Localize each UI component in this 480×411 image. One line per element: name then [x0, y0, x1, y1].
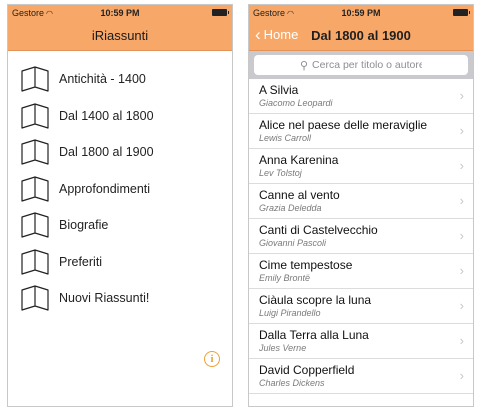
status-bar: Gestore ◠ 10:59 PM: [8, 5, 232, 21]
menu-item-label: Biografie: [59, 218, 109, 233]
menu-item-antichita[interactable]: Antichità - 1400: [8, 61, 232, 98]
book-icon: [21, 176, 49, 202]
book-author: Grazia Deledda: [259, 203, 322, 213]
menu-item-label: Approfondimenti: [59, 181, 151, 196]
list-item[interactable]: David Copperfield Charles Dickens ›: [249, 359, 473, 394]
menu-item-1800-1900[interactable]: Dal 1800 al 1900: [8, 134, 232, 171]
list-item[interactable]: A Silvia Giacomo Leopardi ›: [249, 79, 473, 114]
chevron-right-icon: ›: [459, 333, 464, 348]
menu-item-approfondimenti[interactable]: Approfondimenti: [8, 171, 232, 208]
nav-bar: ‹ Home Dal 1800 al 1900: [249, 21, 473, 51]
book-author: Lev Tolstoj: [259, 168, 302, 178]
book-author: Lewis Carroll: [259, 133, 312, 143]
menu-item-preferiti[interactable]: Preferiti: [8, 244, 232, 281]
book-list-screen: Gestore ◠ 10:59 PM ‹ Home Dal 1800 al 190…: [248, 4, 474, 407]
book-icon: [21, 249, 49, 275]
book-list: A Silvia Giacomo Leopardi › Alice nel pa…: [249, 79, 473, 394]
book-icon: [21, 103, 49, 129]
chevron-right-icon: ›: [459, 298, 464, 313]
battery-icon: [212, 9, 229, 16]
search-input[interactable]: [312, 59, 423, 71]
list-item[interactable]: Canti di Castelvecchio Giovanni Pascoli …: [249, 219, 473, 254]
list-item[interactable]: Dalla Terra alla Luna Jules Verne ›: [249, 324, 473, 359]
info-icon[interactable]: i: [204, 351, 220, 367]
page-title: Dal 1800 al 1900: [311, 28, 411, 43]
chevron-right-icon: ›: [459, 228, 464, 243]
page-title: iRiassunti: [91, 28, 149, 43]
book-author: Charles Dickens: [259, 378, 325, 388]
status-time: 10:59 PM: [100, 8, 140, 18]
battery-icon: [453, 9, 470, 16]
book-author: Giacomo Leopardi: [259, 98, 333, 108]
main-menu-screen: Gestore ◠ 10:59 PM iRiassunti Antichità -…: [7, 4, 233, 407]
list-item[interactable]: Alice nel paese delle meraviglie Lewis C…: [249, 114, 473, 149]
book-author: Luigi Pirandello: [259, 308, 321, 318]
book-author: Emily Brontë: [259, 273, 311, 283]
book-title: Dalla Terra alla Luna: [259, 328, 369, 342]
book-title: Ciàula scopre la luna: [259, 293, 372, 307]
list-item[interactable]: Ciàula scopre la luna Luigi Pirandello ›: [249, 289, 473, 324]
book-title: Canne al vento: [259, 188, 340, 202]
chevron-right-icon: ›: [459, 158, 464, 173]
menu-item-nuovi-riassunti[interactable]: Nuovi Riassunti!: [8, 280, 232, 317]
menu-item-label: Preferiti: [59, 254, 103, 269]
menu-item-label: Nuovi Riassunti!: [59, 291, 150, 306]
list-item[interactable]: Canne al vento Grazia Deledda ›: [249, 184, 473, 219]
book-author: Giovanni Pascoli: [259, 238, 327, 248]
chevron-right-icon: ›: [459, 368, 464, 383]
chevron-left-icon: ‹: [255, 24, 261, 44]
book-title: David Copperfield: [259, 363, 355, 377]
book-icon: [21, 285, 49, 311]
search-icon: ⚲: [299, 59, 309, 72]
status-bar: Gestore ◠ 10:59 PM: [249, 5, 473, 21]
book-icon: [21, 139, 49, 165]
search-field[interactable]: ⚲: [254, 55, 468, 75]
menu-list: Antichità - 1400 Dal 1400 al 1800 Dal 18…: [8, 51, 232, 317]
chevron-right-icon: ›: [459, 193, 464, 208]
book-author: Jules Verne: [259, 343, 307, 353]
book-title: A Silvia: [259, 83, 299, 97]
chevron-right-icon: ›: [459, 123, 464, 138]
menu-item-label: Dal 1800 al 1900: [59, 145, 154, 160]
nav-bar: iRiassunti: [8, 21, 232, 51]
book-icon: [21, 66, 49, 92]
book-title: Alice nel paese delle meraviglie: [259, 118, 428, 132]
list-item[interactable]: Cime tempestose Emily Brontë ›: [249, 254, 473, 289]
menu-item-label: Antichità - 1400: [59, 72, 146, 87]
book-title: Anna Karenina: [259, 153, 339, 167]
status-time: 10:59 PM: [341, 8, 381, 18]
menu-item-1400-1800[interactable]: Dal 1400 al 1800: [8, 98, 232, 135]
list-item[interactable]: Anna Karenina Lev Tolstoj ›: [249, 149, 473, 184]
book-title: Cime tempestose: [259, 258, 353, 272]
search-bar: ⚲: [249, 51, 473, 79]
chevron-right-icon: ›: [459, 263, 464, 278]
menu-item-biografie[interactable]: Biografie: [8, 207, 232, 244]
menu-item-label: Dal 1400 al 1800: [59, 108, 154, 123]
book-icon: [21, 212, 49, 238]
chevron-right-icon: ›: [459, 88, 464, 103]
book-title: Canti di Castelvecchio: [259, 223, 378, 237]
